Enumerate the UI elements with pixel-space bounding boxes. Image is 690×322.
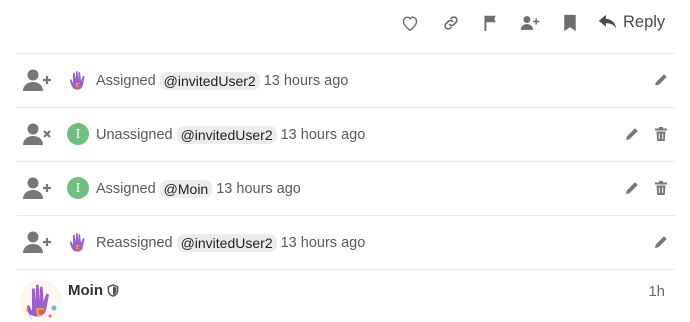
relative-date[interactable]: 13 hours ago [281,127,366,143]
letter-avatar[interactable]: I [67,177,89,199]
pencil-icon [626,128,638,140]
bookmark-button[interactable] [557,10,583,36]
user-mention[interactable]: @invitedUser2 [176,126,277,144]
username[interactable]: Moin [68,282,119,299]
edit-button[interactable] [624,180,640,196]
small-action-row: Assigned @invitedUser2 13 hours ago [0,54,690,107]
bookmark-icon [564,14,576,32]
user-avatar[interactable] [20,280,62,322]
action-description: Reassigned @invitedUser2 13 hours ago [96,232,365,254]
action-verb: Assigned [96,181,156,197]
edit-button[interactable] [653,234,669,250]
copy-link-button[interactable] [438,10,464,36]
user-mention[interactable]: @invitedUser2 [176,234,277,252]
add-user-icon [520,16,540,30]
pencil-icon [655,236,667,248]
pencil-icon [654,74,667,87]
action-verb: Assigned [96,73,156,89]
user-plus-icon [23,68,53,92]
user-plus-icon [23,230,53,254]
hand-avatar[interactable] [67,231,89,253]
trash-icon [655,127,667,141]
pencil-icon [626,182,638,194]
flag-button[interactable] [478,10,504,36]
action-description: Assigned @invitedUser2 13 hours ago [96,70,348,92]
letter-avatar[interactable]: I [67,123,89,145]
reply-icon [598,14,617,29]
assign-button[interactable] [517,10,543,36]
edit-button[interactable] [624,126,640,142]
trash-icon [655,181,667,195]
small-action-row: I Assigned @Moin 13 hours ago [0,162,690,215]
user-remove-icon [23,122,53,146]
post-date[interactable]: 1h [648,283,665,300]
action-verb: Reassigned [96,235,173,251]
reply-button[interactable]: Reply [598,8,665,36]
small-action-row: I Unassigned @invitedUser2 13 hours ago [0,108,690,161]
delete-button[interactable] [653,180,669,196]
user-mention[interactable]: @Moin [159,180,213,198]
post-actions-bar: Reply [0,0,690,52]
username-text: Moin [68,282,103,299]
action-description: Unassigned @invitedUser2 13 hours ago [96,124,365,146]
user-plus-icon [23,176,53,200]
small-action-row: Reassigned @invitedUser2 13 hours ago [0,216,690,269]
like-button[interactable] [397,10,423,36]
post-header: Moin 1h [0,270,690,322]
relative-date[interactable]: 13 hours ago [216,181,301,197]
edit-button[interactable] [653,72,669,88]
action-description: Assigned @Moin 13 hours ago [96,178,301,200]
delete-button[interactable] [653,126,669,142]
action-verb: Unassigned [96,127,173,143]
hand-avatar[interactable] [67,69,89,91]
link-icon [444,16,458,30]
heart-icon [402,16,418,31]
user-mention[interactable]: @invitedUser2 [159,72,260,90]
shield-icon [107,284,119,297]
reply-label: Reply [623,12,666,31]
relative-date[interactable]: 13 hours ago [264,73,349,89]
flag-icon [484,15,496,31]
relative-date[interactable]: 13 hours ago [281,235,366,251]
